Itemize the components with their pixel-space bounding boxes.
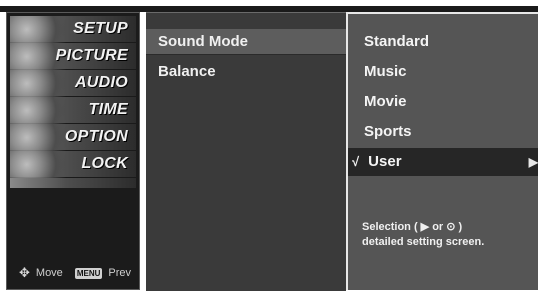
move-icon: ✥ (19, 265, 30, 280)
menu-item-setup[interactable]: SETUP (10, 16, 136, 43)
menu-item-label: TIME (88, 101, 128, 118)
menu-item-option[interactable]: OPTION (10, 124, 136, 151)
option-standard[interactable]: Standard (348, 28, 538, 56)
option-label: Music (364, 63, 407, 80)
prev-label: Prev (108, 267, 131, 279)
menu-item-label: AUDIO (74, 74, 128, 91)
menu-item-picture[interactable]: PICTURE (10, 43, 136, 70)
help-line-2: detailed setting screen. (362, 236, 485, 248)
option-movie[interactable]: Movie (348, 88, 538, 116)
main-menu-panel: SETUP PICTURE AUDIO TIME OPTION LOCK ✥ M… (6, 12, 140, 290)
option-icon (10, 124, 66, 151)
lock-icon (10, 151, 66, 178)
submenu-item-balance[interactable]: Balance (146, 59, 346, 85)
menu-item-audio[interactable]: AUDIO (10, 70, 136, 97)
option-user[interactable]: √ User ▶ (348, 148, 538, 176)
option-label: Standard (364, 33, 430, 50)
submenu-item-sound-mode[interactable]: Sound Mode (146, 29, 346, 55)
move-label: Move (35, 267, 63, 279)
help-text: Selection ( ▶ or ⊙ ) detailed setting sc… (362, 220, 538, 250)
menu-item-label: LOCK (81, 155, 128, 172)
option-label: Sports (364, 123, 412, 140)
main-menu-list: SETUP PICTURE AUDIO TIME OPTION LOCK (10, 16, 136, 188)
menu-item-lock[interactable]: LOCK (10, 151, 136, 178)
option-sports[interactable]: Sports (348, 118, 538, 146)
menu-item-label: OPTION (64, 128, 128, 145)
arrow-right-icon: ▶ (528, 155, 538, 169)
satellite-dish-icon (10, 16, 66, 43)
help-line-1: Selection ( ▶ or ⊙ ) (362, 221, 463, 233)
option-music[interactable]: Music (348, 58, 538, 86)
checkmark-icon: √ (352, 154, 360, 169)
speaker-icon (10, 70, 66, 97)
submenu-item-label: Sound Mode (158, 33, 248, 50)
tv-osd-screen: SETUP PICTURE AUDIO TIME OPTION LOCK ✥ M… (0, 0, 538, 296)
menu-item-time[interactable]: TIME (10, 97, 136, 124)
option-label: User (368, 153, 402, 170)
menu-item-label: PICTURE (55, 47, 128, 64)
options-panel: Standard Music Movie Sports √ User ▶ Sel… (346, 12, 538, 290)
submenu-panel: Sound Mode Balance (146, 12, 346, 291)
navigation-hints: ✥ Move MENU Prev (19, 265, 131, 281)
submenu-item-label: Balance (158, 63, 216, 80)
menu-item-label: SETUP (73, 20, 128, 37)
menu-key-icon: MENU (74, 267, 103, 279)
clock-icon (10, 97, 66, 124)
option-label: Movie (364, 93, 407, 110)
